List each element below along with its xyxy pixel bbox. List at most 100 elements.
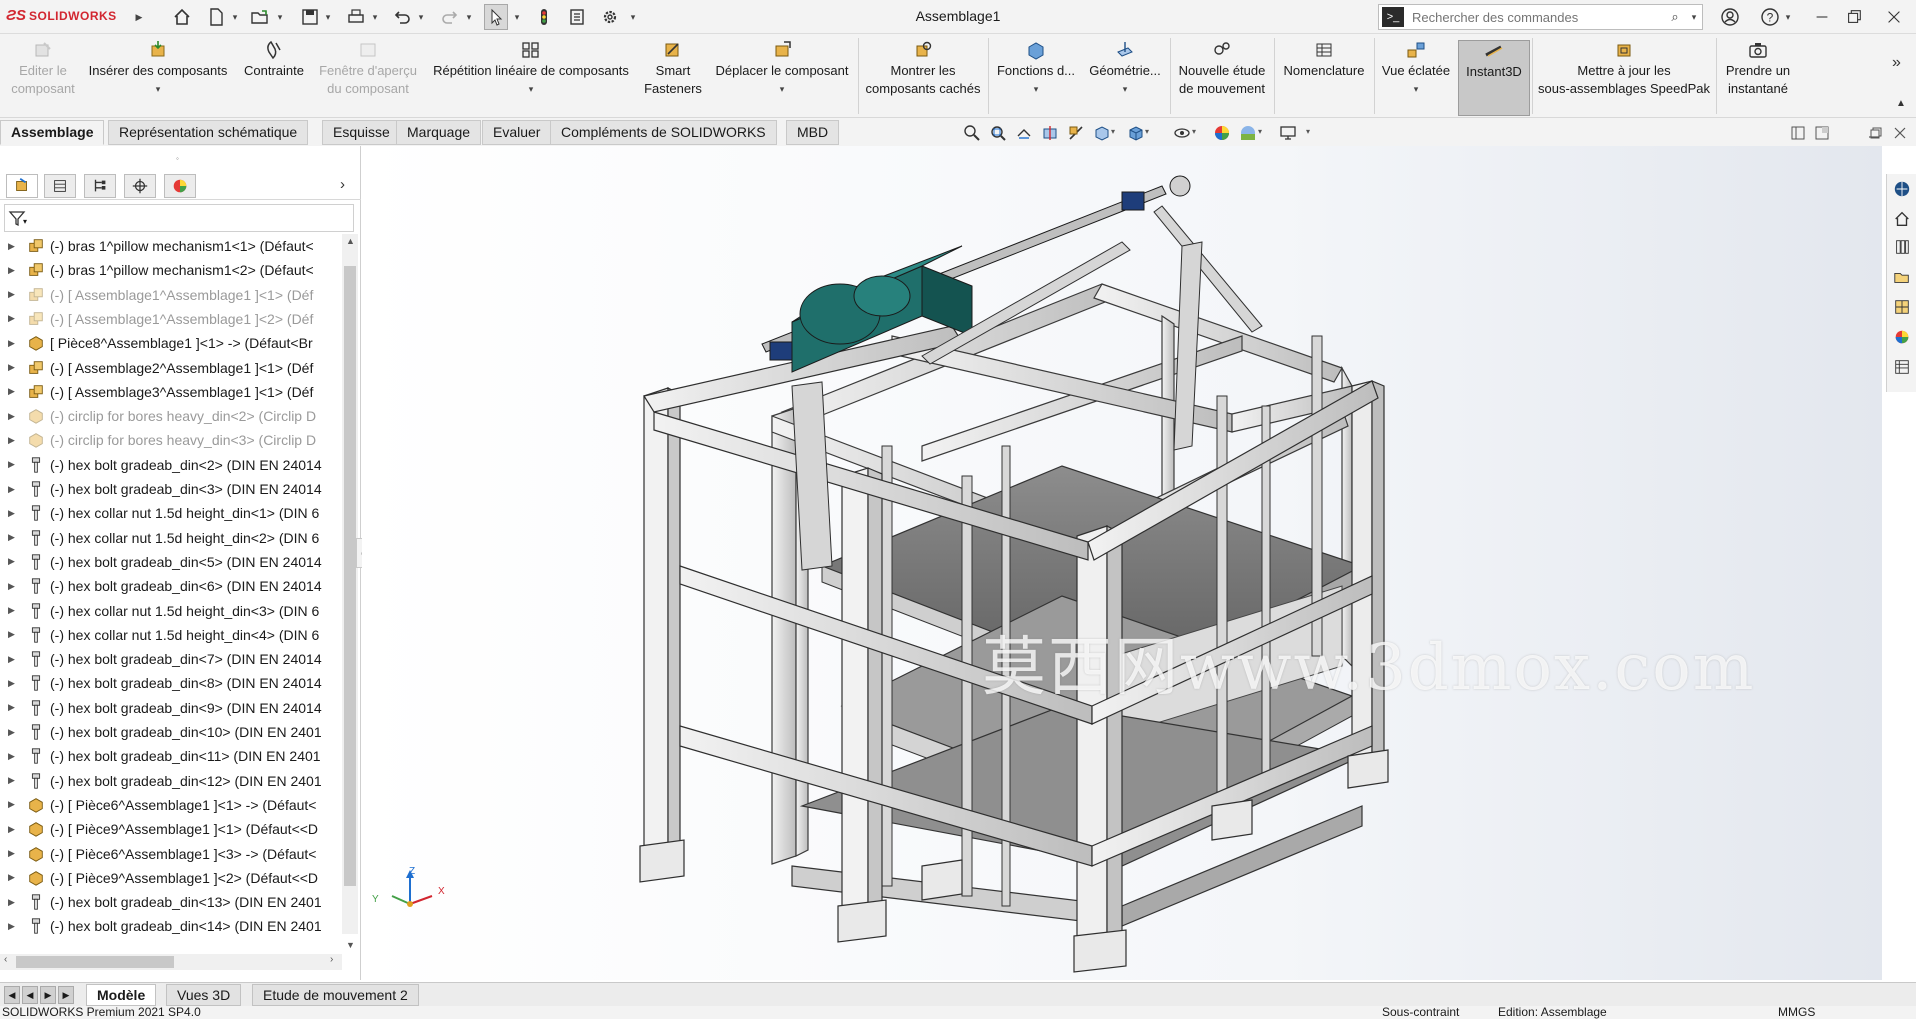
- solidworks-resources-icon[interactable]: [1891, 178, 1913, 200]
- expand-arrow-icon[interactable]: ▶: [8, 654, 20, 665]
- tree-item[interactable]: ▶ (-) hex bolt gradeab_din<13> (DIN EN 24…: [0, 890, 342, 914]
- chevron-down-icon[interactable]: ▾: [529, 80, 534, 98]
- tree-item[interactable]: ▶ (-) [ Assemblage2^Assemblage1 ]<1> (Déf: [0, 356, 342, 380]
- zoom-to-area-icon[interactable]: [988, 124, 1008, 142]
- expand-arrow-icon[interactable]: ▶: [8, 338, 20, 349]
- tab-model[interactable]: Modèle: [86, 984, 157, 1006]
- reference-geometry-button[interactable]: Géométrie... ▾: [1082, 40, 1168, 116]
- instant3d-button[interactable]: Instant3D: [1458, 40, 1530, 116]
- linear-component-pattern-button[interactable]: Répétition linéaire de composants ▾: [424, 40, 638, 116]
- menu-expand-icon[interactable]: ▶: [134, 5, 144, 29]
- panel-grip-icon[interactable]: ◦: [176, 154, 179, 163]
- edit-component-button[interactable]: Editer le composant: [4, 40, 82, 116]
- close-icon[interactable]: [1880, 5, 1908, 29]
- last-tab-icon[interactable]: ▶: [58, 986, 74, 1004]
- user-account-icon[interactable]: [1716, 5, 1744, 29]
- tree-item[interactable]: ▶ (-) [ Pièce6^Assemblage1 ]<3> -> (Défau…: [0, 842, 342, 866]
- take-snapshot-button[interactable]: Prendre un instantané: [1718, 40, 1798, 116]
- tab-3d-views[interactable]: Vues 3D: [166, 984, 242, 1006]
- tree-item[interactable]: ▶ (-) hex bolt gradeab_din<9> (DIN EN 240…: [0, 696, 342, 720]
- scroll-up-icon[interactable]: ▲: [1896, 98, 1906, 109]
- smart-fasteners-button[interactable]: Smart Fasteners: [638, 40, 708, 116]
- viewport-close-icon[interactable]: [1890, 124, 1910, 142]
- expand-arrow-icon[interactable]: ▶: [8, 824, 20, 835]
- property-manager-tab-icon[interactable]: [44, 174, 76, 198]
- tab-evaluate[interactable]: Evaluer: [482, 120, 552, 145]
- expand-arrow-icon[interactable]: ▶: [8, 386, 20, 397]
- print-icon[interactable]: [344, 5, 368, 29]
- tree-item[interactable]: ▶ (-) bras 1^pillow mechanism1<2> (Défaut…: [0, 258, 342, 282]
- expand-arrow-icon[interactable]: ▶: [8, 265, 20, 276]
- expand-arrow-icon[interactable]: ▶: [8, 799, 20, 810]
- display-manager-tab-icon[interactable]: [164, 174, 196, 198]
- undo-icon[interactable]: [390, 5, 414, 29]
- chevron-down-icon[interactable]: ▾: [1782, 5, 1794, 29]
- tree-item[interactable]: ▶ (-) hex bolt gradeab_din<7> (DIN EN 240…: [0, 647, 342, 671]
- dimxpert-manager-tab-icon[interactable]: [124, 174, 156, 198]
- custom-properties-icon[interactable]: [1891, 356, 1913, 378]
- previous-view-icon[interactable]: [1014, 124, 1034, 142]
- command-manager-overflow-icon[interactable]: »: [1892, 54, 1901, 72]
- scroll-right-icon[interactable]: ›: [330, 954, 333, 965]
- file-explorer-icon[interactable]: [1891, 266, 1913, 288]
- tab-markup[interactable]: Marquage: [396, 120, 482, 145]
- expand-arrow-icon[interactable]: ▶: [8, 629, 20, 640]
- chevron-down-icon[interactable]: ▾: [1414, 80, 1419, 98]
- expand-arrow-icon[interactable]: ▶: [8, 872, 20, 883]
- expand-arrow-icon[interactable]: ▶: [8, 702, 20, 713]
- expand-arrow-icon[interactable]: ▶: [8, 897, 20, 908]
- minimize-icon[interactable]: [1808, 5, 1836, 29]
- scroll-up-icon[interactable]: ▲: [346, 236, 355, 246]
- expand-arrow-icon[interactable]: ▶: [8, 484, 20, 495]
- appearances-icon[interactable]: [1891, 326, 1913, 348]
- graphics-area[interactable]: X Z Y 莫西网www.3dmox.com: [362, 146, 1882, 980]
- expand-arrow-icon[interactable]: ▶: [8, 678, 20, 689]
- tree-item[interactable]: ▶ (-) [ Assemblage1^Assemblage1 ]<2> (Déf: [0, 307, 342, 331]
- chevron-down-icon[interactable]: ▾: [156, 80, 161, 98]
- tree-item[interactable]: ▶ (-) hex bolt gradeab_din<2> (DIN EN 240…: [0, 453, 342, 477]
- command-search[interactable]: >_ ⌕ ▾: [1378, 4, 1703, 30]
- tree-item[interactable]: ▶ (-) [ Assemblage3^Assemblage1 ]<1> (Déf: [0, 380, 342, 404]
- expand-arrow-icon[interactable]: ▶: [8, 313, 20, 324]
- search-icon[interactable]: ⌕: [1664, 9, 1686, 25]
- help-icon[interactable]: ?: [1756, 5, 1784, 29]
- chevron-down-icon[interactable]: ▾: [1145, 127, 1149, 136]
- display-style-icon[interactable]: [1126, 124, 1146, 142]
- tree-item[interactable]: ▶ (-) hex collar nut 1.5d height_din<2> (…: [0, 526, 342, 550]
- mate-button[interactable]: Contrainte: [236, 40, 312, 116]
- expand-arrow-icon[interactable]: ▶: [8, 411, 20, 422]
- chevron-down-icon[interactable]: ▾: [323, 5, 333, 29]
- expand-arrow-icon[interactable]: ▶: [8, 605, 20, 616]
- tree-item[interactable]: ▶ (-) [ Assemblage1^Assemblage1 ]<1> (Déf: [0, 283, 342, 307]
- dynamic-annotation-icon[interactable]: [1066, 124, 1086, 142]
- rebuild-icon[interactable]: [532, 5, 556, 29]
- chevron-down-icon[interactable]: ▾: [1111, 127, 1115, 136]
- section-view-icon[interactable]: [1040, 124, 1060, 142]
- tree-item[interactable]: ▶ (-) circlip for bores heavy_din<2> (Cir…: [0, 404, 342, 428]
- tree-item[interactable]: ▶ (-) hex collar nut 1.5d height_din<3> (…: [0, 599, 342, 623]
- tree-item[interactable]: ▶ (-) hex bolt gradeab_din<6> (DIN EN 240…: [0, 574, 342, 598]
- expand-arrow-icon[interactable]: ▶: [8, 775, 20, 786]
- tree-horizontal-scrollbar[interactable]: ‹ ›: [0, 954, 342, 970]
- viewport-layout-icon[interactable]: [1812, 124, 1832, 142]
- zoom-to-fit-icon[interactable]: [962, 124, 982, 142]
- exploded-view-button[interactable]: Vue éclatée ▾: [1376, 40, 1456, 116]
- search-input[interactable]: [1412, 6, 1664, 28]
- edit-appearance-icon[interactable]: [1212, 124, 1232, 142]
- view-settings-icon[interactable]: [1278, 124, 1298, 142]
- tree-item[interactable]: ▶ (-) circlip for bores heavy_din<3> (Cir…: [0, 428, 342, 452]
- open-icon[interactable]: [248, 5, 272, 29]
- tree-item[interactable]: ▶ [ Pièce8^Assemblage1 ]<1> -> (Défaut<Br: [0, 331, 342, 355]
- expand-arrow-icon[interactable]: ▶: [8, 459, 20, 470]
- tree-item[interactable]: ▶ (-) hex bolt gradeab_din<5> (DIN EN 240…: [0, 550, 342, 574]
- expand-arrow-icon[interactable]: ▶: [8, 532, 20, 543]
- tree-item[interactable]: ▶ (-) hex bolt gradeab_din<3> (DIN EN 240…: [0, 477, 342, 501]
- chevron-down-icon[interactable]: ▾: [1258, 127, 1262, 136]
- tab-motion-study-2[interactable]: Etude de mouvement 2: [252, 984, 419, 1006]
- tile-windows-icon[interactable]: [1788, 124, 1808, 142]
- tree-hscroll-thumb[interactable]: [16, 956, 174, 968]
- gear-icon[interactable]: [598, 5, 622, 29]
- tab-assemblage[interactable]: Assemblage: [0, 120, 105, 145]
- feature-manager-tab-icon[interactable]: [6, 174, 38, 198]
- redo-icon[interactable]: [438, 5, 462, 29]
